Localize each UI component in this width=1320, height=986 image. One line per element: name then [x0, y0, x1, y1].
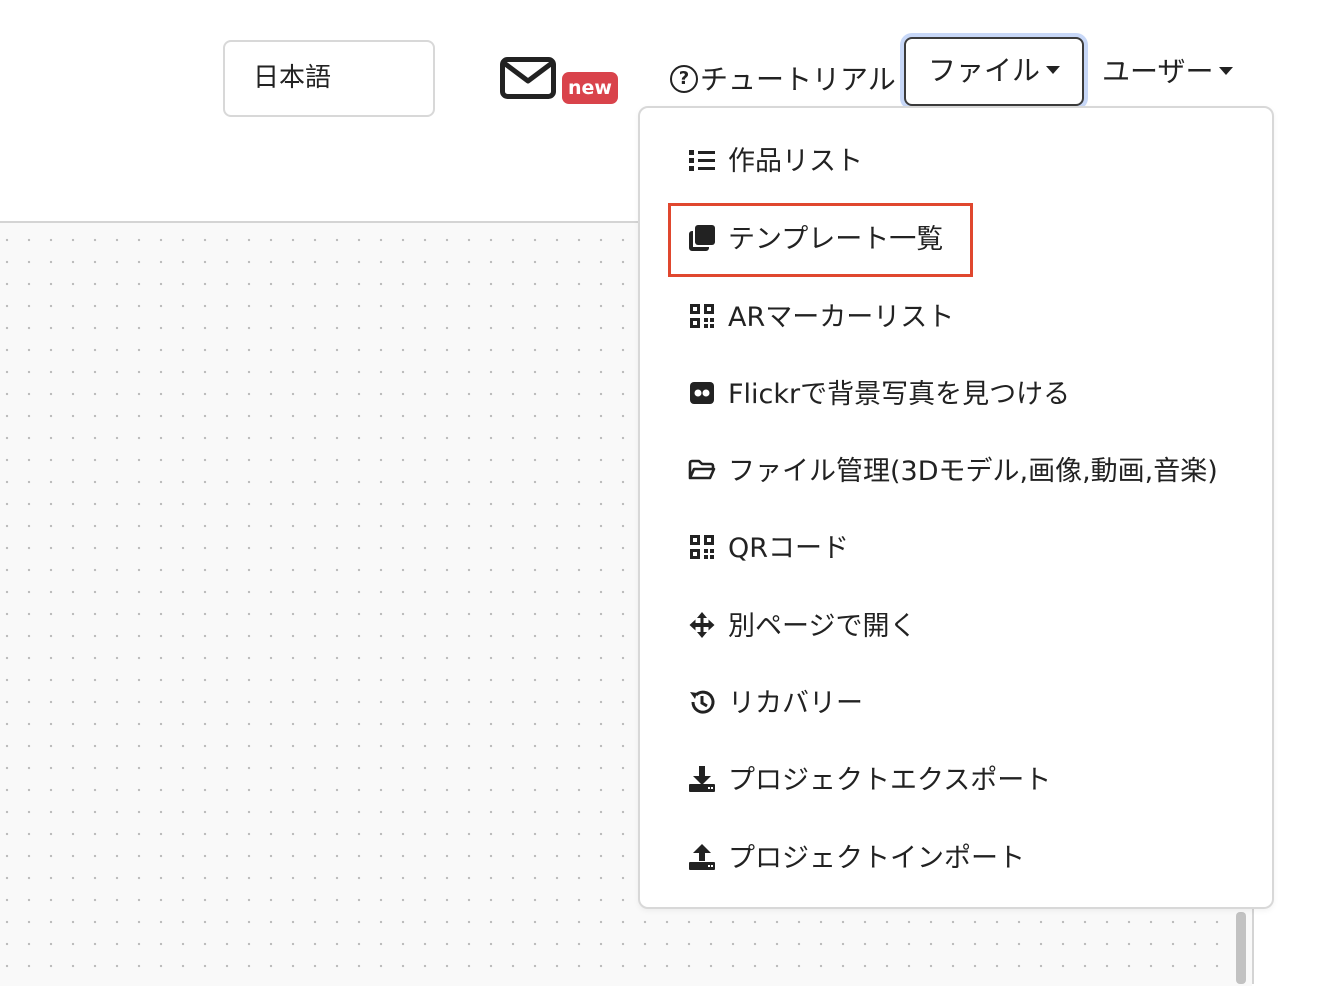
highlight-box: [668, 203, 973, 277]
scrollbar-thumb[interactable]: [1236, 912, 1246, 984]
qrcode-icon: [688, 302, 716, 330]
list-icon: [688, 146, 716, 174]
language-select[interactable]: 日本語: [223, 40, 435, 117]
file-menu-label: ファイル: [927, 54, 1040, 87]
menu-item-label: QRコード: [728, 533, 850, 564]
caret-down-icon: [1219, 67, 1234, 75]
menu-item-work-list[interactable]: 作品リスト: [688, 137, 863, 187]
user-menu-button[interactable]: ユーザー: [1102, 50, 1234, 94]
new-badge: new: [562, 72, 618, 104]
menu-item-project-export[interactable]: プロジェクトエクスポート: [688, 756, 1051, 806]
menu-item-label: Flickrで背景写真を見つける: [728, 379, 1071, 410]
menu-item-label: リカバリー: [728, 688, 863, 719]
menu-item-ar-marker-list[interactable]: ARマーカーリスト: [688, 293, 954, 343]
history-icon: [688, 688, 716, 716]
envelope-icon: [500, 57, 556, 99]
user-menu-label: ユーザー: [1102, 55, 1214, 88]
qrcode-icon: [688, 533, 716, 561]
tutorial-label: チュートリアル: [700, 63, 896, 96]
question-circle-icon: ?: [670, 65, 698, 93]
upload-icon: [688, 843, 716, 871]
menu-item-label: プロジェクトインポート: [728, 843, 1025, 874]
file-menu-button[interactable]: ファイル: [904, 37, 1084, 106]
menu-item-label: 作品リスト: [728, 146, 863, 177]
tutorial-link[interactable]: ? チュートリアル: [670, 58, 896, 102]
caret-down-icon: [1046, 66, 1060, 74]
menu-item-file-management[interactable]: ファイル管理(3Dモデル,画像,動画,音楽): [688, 447, 1218, 497]
mail-button[interactable]: new: [500, 57, 620, 107]
menu-item-label: 別ページで開く: [728, 611, 917, 642]
menu-item-recovery[interactable]: リカバリー: [688, 679, 863, 729]
menu-item-label: ファイル管理(3Dモデル,画像,動画,音楽): [728, 456, 1218, 487]
flickr-icon: [688, 379, 716, 407]
menu-item-label: ARマーカーリスト: [728, 302, 955, 333]
menu-item-label: プロジェクトエクスポート: [728, 765, 1052, 796]
menu-item-qr-code[interactable]: QRコード: [688, 524, 849, 574]
arrows-move-icon: [688, 611, 716, 639]
menu-item-project-import[interactable]: プロジェクトインポート: [688, 834, 1025, 884]
download-icon: [688, 765, 716, 793]
menu-item-flickr-search[interactable]: Flickrで背景写真を見つける: [688, 370, 1070, 420]
menu-item-open-new-page[interactable]: 別ページで開く: [688, 602, 916, 652]
folder-open-icon: [688, 456, 716, 484]
